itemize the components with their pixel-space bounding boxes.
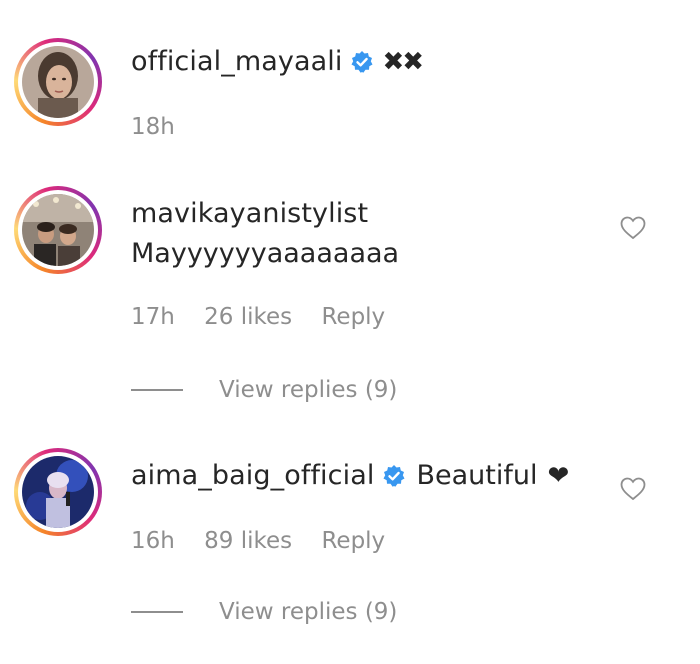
- verified-badge-icon: [383, 464, 405, 487]
- heart-like-icon[interactable]: [620, 477, 646, 501]
- comment-meta: 17h 26 likes Reply: [131, 304, 407, 330]
- divider-dash: [131, 389, 183, 391]
- view-replies-button[interactable]: View replies (9): [131, 377, 397, 403]
- username[interactable]: official_mayaali: [131, 46, 342, 77]
- username[interactable]: mavikayanistylist: [131, 198, 368, 229]
- view-replies-label: View replies (9): [219, 599, 398, 625]
- divider-dash: [131, 611, 183, 613]
- reply-button[interactable]: Reply: [321, 304, 385, 330]
- timestamp: 16h: [131, 528, 175, 554]
- comment-text: Beautiful: [416, 460, 538, 491]
- heart-like-icon[interactable]: [620, 216, 646, 240]
- black-heart-emoji-icon: ❤: [547, 460, 570, 491]
- comment-meta: 16h 89 likes Reply: [131, 528, 407, 554]
- avatar[interactable]: [14, 38, 102, 126]
- timestamp: 17h: [131, 304, 175, 330]
- likes-count[interactable]: 89 likes: [204, 528, 292, 554]
- woman-portrait-avatar: [22, 46, 94, 118]
- singer-photo-avatar: [22, 456, 94, 528]
- avatar[interactable]: [14, 186, 102, 274]
- view-replies-label: View replies (9): [219, 377, 398, 403]
- username[interactable]: aima_baig_official: [131, 460, 374, 491]
- timestamp: 18h: [131, 114, 175, 140]
- group-photo-avatar: [22, 194, 94, 266]
- comment-text: Mayyyyyyaaaaaaaa: [131, 238, 400, 269]
- comment-meta: 18h: [131, 114, 197, 140]
- cross-emoji-icon: ✖✖: [382, 46, 424, 77]
- avatar[interactable]: [14, 448, 102, 536]
- likes-count[interactable]: 26 likes: [204, 304, 292, 330]
- view-replies-button[interactable]: View replies (9): [131, 599, 397, 625]
- reply-button[interactable]: Reply: [321, 528, 385, 554]
- verified-badge-icon: [351, 50, 373, 73]
